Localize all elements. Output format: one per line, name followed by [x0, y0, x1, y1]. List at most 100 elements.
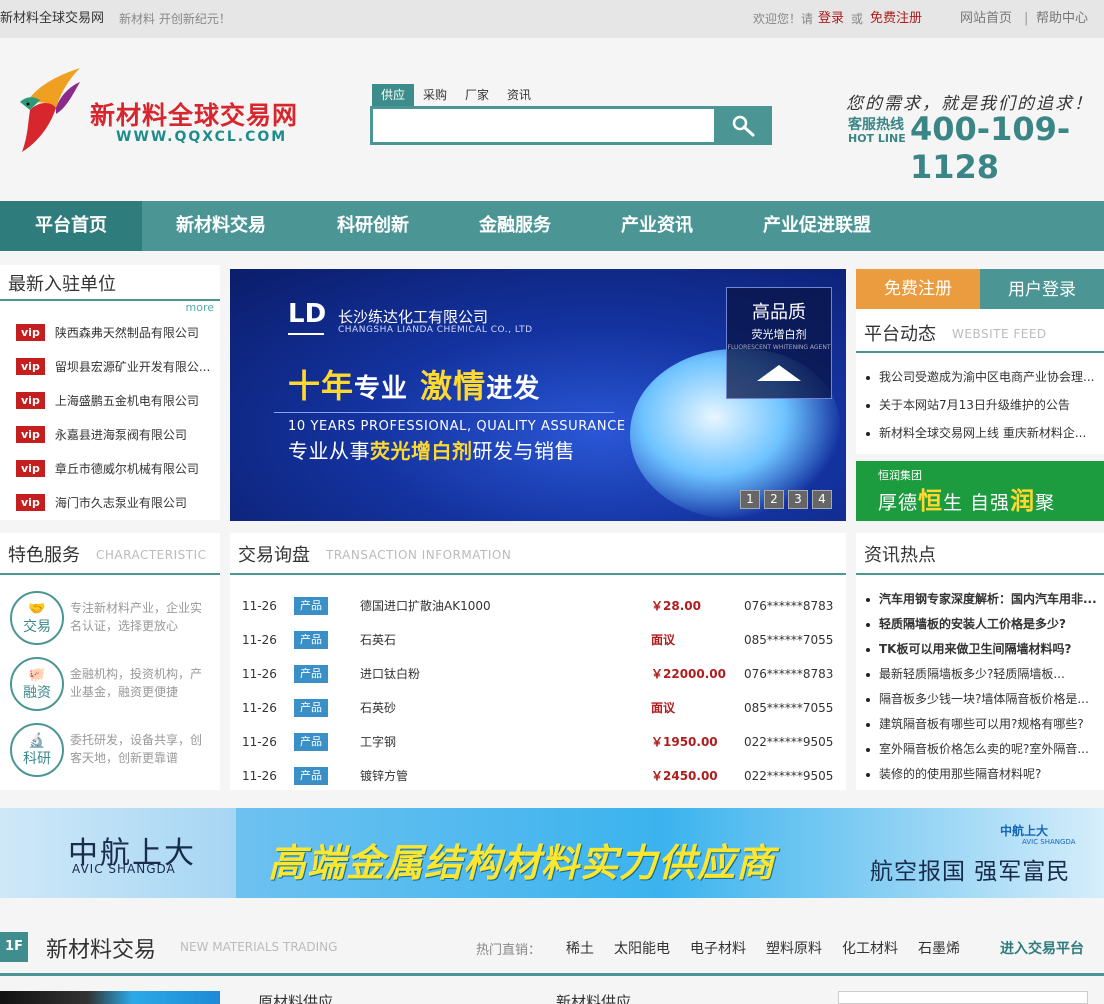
- row-type-badge: 产品: [294, 767, 328, 785]
- row-name: 进口钛白粉: [360, 667, 421, 681]
- avic-shangda-ad[interactable]: 中航上大 AVIC SHANGDA 高端金属结构材料实力供应商 中航上大 AVI…: [0, 808, 1104, 898]
- register-link[interactable]: 免费注册: [870, 0, 922, 38]
- banner-page-3[interactable]: 3: [788, 490, 808, 509]
- search-tab-factory[interactable]: 厂家: [456, 84, 498, 106]
- list-item[interactable]: 室外隔音板价格怎么卖的呢?室外隔音...: [866, 739, 1102, 759]
- hot-link[interactable]: 塑料原料: [766, 938, 822, 958]
- transaction-header: 交易询盘 TRANSACTION INFORMATION: [230, 533, 846, 575]
- vip-badge: vip: [16, 391, 45, 409]
- search-icon: [732, 115, 755, 136]
- list-item[interactable]: 关于本网站7月13日升级维护的公告: [866, 395, 1098, 415]
- table-row[interactable]: 11-26 产品 工字钢 ￥1950.00 022******9505: [230, 725, 846, 759]
- banner-page-2[interactable]: 2: [764, 490, 784, 509]
- ad-logo-small: 中航上大: [1000, 824, 1049, 838]
- microscope-icon: 🔬: [28, 733, 46, 749]
- table-row[interactable]: 11-26 产品 石英石 面议 085******7055: [230, 623, 846, 657]
- row-phone: 076******8783: [744, 667, 834, 681]
- hot-link[interactable]: 太阳能电: [614, 938, 670, 958]
- swallow-logo-icon[interactable]: [16, 56, 82, 154]
- feed-subtitle: WEBSITE FEED: [952, 327, 1047, 341]
- banner-slogan-2: 专业: [354, 374, 409, 404]
- nav-item-alliance[interactable]: 产业促进联盟: [742, 201, 892, 251]
- members-title: 最新入驻单位: [8, 274, 116, 295]
- member-name: 永嘉县进海泵阀有限公司: [54, 427, 187, 442]
- hot-link[interactable]: 石墨烯: [918, 938, 960, 958]
- nav-item-news[interactable]: 产业资讯: [592, 201, 722, 251]
- banner-page-4[interactable]: 4: [812, 490, 832, 509]
- floor-subtitle: NEW MATERIALS TRADING: [180, 940, 338, 954]
- register-button[interactable]: 免费注册: [856, 269, 980, 309]
- hot-link[interactable]: 电子材料: [690, 938, 746, 958]
- logo-title[interactable]: 新材料全球交易网: [90, 96, 298, 132]
- list-item[interactable]: 建筑隔音板有哪些可以用?规格有哪些?: [866, 714, 1102, 734]
- table-row[interactable]: 11-26 产品 德国进口扩散油AK1000 ￥28.00 076******8783: [230, 589, 846, 623]
- row-price: 面议: [651, 633, 676, 647]
- search-button[interactable]: [714, 109, 772, 142]
- enter-trading-link[interactable]: 进入交易平台: [1000, 938, 1084, 958]
- help-link[interactable]: 帮助中心: [1036, 0, 1088, 38]
- feed-item-text: 我公司受邀成为渝中区电商产业协会理...: [879, 370, 1095, 384]
- list-item[interactable]: 隔音板多少钱一块?墙体隔音板价格是...: [866, 689, 1102, 709]
- service-item[interactable]: 🤝 交易 专注新材料产业，企业实名认证，选择更放心: [10, 591, 220, 657]
- ad-logo-small-en: AVIC SHANGDA: [1022, 838, 1076, 846]
- bullet-icon: [866, 672, 870, 677]
- banner-slogan: 十年专业 激情进发: [288, 361, 540, 407]
- new-material-heading: 新材料供应: [556, 993, 632, 1004]
- banner-page-1[interactable]: 1: [740, 490, 760, 509]
- service-item[interactable]: 🔬 科研 委托研发，设备共享，创客天地，创新更靠谱: [10, 723, 220, 789]
- hotline-label: 客服热线 HOT LINE: [848, 118, 908, 146]
- list-item[interactable]: vip 上海盛鹏五金机电有限公司: [16, 388, 212, 412]
- list-item[interactable]: vip 陕西森弗天然制品有限公司: [16, 320, 212, 344]
- search-tab-news[interactable]: 资讯: [498, 84, 540, 106]
- members-more-link[interactable]: more: [186, 301, 215, 314]
- hot-item-text: 轻质隔墙板的安装人工价格是多少?: [879, 617, 1066, 631]
- list-item[interactable]: vip 永嘉县进海泵阀有限公司: [16, 422, 212, 446]
- service-text: 金融机构，投资机构，产业基金，融资更便捷: [70, 667, 203, 699]
- nav-item-research[interactable]: 科研创新: [308, 201, 438, 251]
- table-row[interactable]: 11-26 产品 进口钛白粉 ￥22000.00 076******8783: [230, 657, 846, 691]
- nav-item-trading[interactable]: 新材料交易: [152, 201, 290, 251]
- login-link[interactable]: 登录: [818, 0, 844, 38]
- service-text: 专注新材料产业，企业实名认证，选择更放心: [70, 601, 203, 633]
- row-type-badge: 产品: [294, 665, 328, 683]
- search-tab-purchase[interactable]: 采购: [414, 84, 456, 106]
- bottom-ad-image[interactable]: [0, 991, 220, 1004]
- home-link[interactable]: 网站首页: [960, 0, 1012, 38]
- site-name-link[interactable]: 新材料全球交易网: [0, 0, 104, 38]
- hotline-label-cn: 客服热线: [848, 117, 904, 133]
- list-item[interactable]: vip 章丘市德威尔机械有限公司: [16, 456, 212, 480]
- search-input[interactable]: [373, 109, 714, 142]
- nav-item-home[interactable]: 平台首页: [0, 201, 142, 251]
- list-item[interactable]: vip 海门市久志泵业有限公司: [16, 490, 212, 514]
- table-row[interactable]: 11-26 产品 镀锌方管 ￥2450.00 022******9505: [230, 759, 846, 793]
- list-item[interactable]: 新材料全球交易网上线 重庆新材料企...: [866, 423, 1098, 443]
- transaction-title: 交易询盘: [238, 545, 310, 566]
- login-button[interactable]: 用户登录: [980, 269, 1104, 309]
- row-date: 11-26: [242, 599, 277, 613]
- hengrun-ad[interactable]: 恒润集团 厚德恒生 自强润聚: [856, 461, 1104, 521]
- service-circle: 🔬 科研: [10, 723, 64, 777]
- list-item[interactable]: 汽车用钢专家深度解析：国内汽车用非...: [866, 589, 1102, 609]
- list-item[interactable]: vip 留坝县宏源矿业开发有限公...: [16, 354, 212, 378]
- table-row[interactable]: 11-26 产品 石英砂 面议 085******7055: [230, 691, 846, 725]
- hot-link[interactable]: 稀土: [566, 938, 594, 958]
- list-item[interactable]: 最新轻质隔墙板多少?轻质隔墙板...: [866, 664, 1102, 684]
- hot-item-text: 室外隔音板价格怎么卖的呢?室外隔音...: [879, 742, 1089, 756]
- feed-title: 平台动态: [864, 324, 936, 345]
- banner-english: 10 YEARS PROFESSIONAL, QUALITY ASSURANCE: [288, 419, 626, 434]
- hot-link[interactable]: 化工材料: [842, 938, 898, 958]
- service-label: 交易: [23, 619, 51, 635]
- hero-banner[interactable]: LD 长沙练达化工有限公司 CHANGSHA LIANDA CHEMICAL C…: [230, 269, 846, 521]
- list-item[interactable]: TK板可以用来做卫生间隔墙材料吗?: [866, 639, 1102, 659]
- nav-item-finance[interactable]: 金融服务: [450, 201, 580, 251]
- banner-desc-post: 研发与销售: [472, 439, 575, 463]
- service-item[interactable]: 🐖 融资 金融机构，投资机构，产业基金，融资更便捷: [10, 657, 220, 723]
- list-item[interactable]: 装修的的使用那些隔音材料呢?: [866, 764, 1102, 784]
- list-item[interactable]: 轻质隔墙板的安装人工价格是多少?: [866, 614, 1102, 634]
- main-nav: 平台首页 新材料交易 科研创新 金融服务 产业资讯 产业促进联盟: [0, 201, 1104, 251]
- list-item[interactable]: 我公司受邀成为渝中区电商产业协会理...: [866, 367, 1098, 387]
- hot-label: 热门直销：: [476, 943, 542, 958]
- service-circle: 🤝 交易: [10, 591, 64, 645]
- search-tab-supply[interactable]: 供应: [372, 84, 415, 106]
- logo-url: WWW.QQXCL.COM: [116, 129, 288, 145]
